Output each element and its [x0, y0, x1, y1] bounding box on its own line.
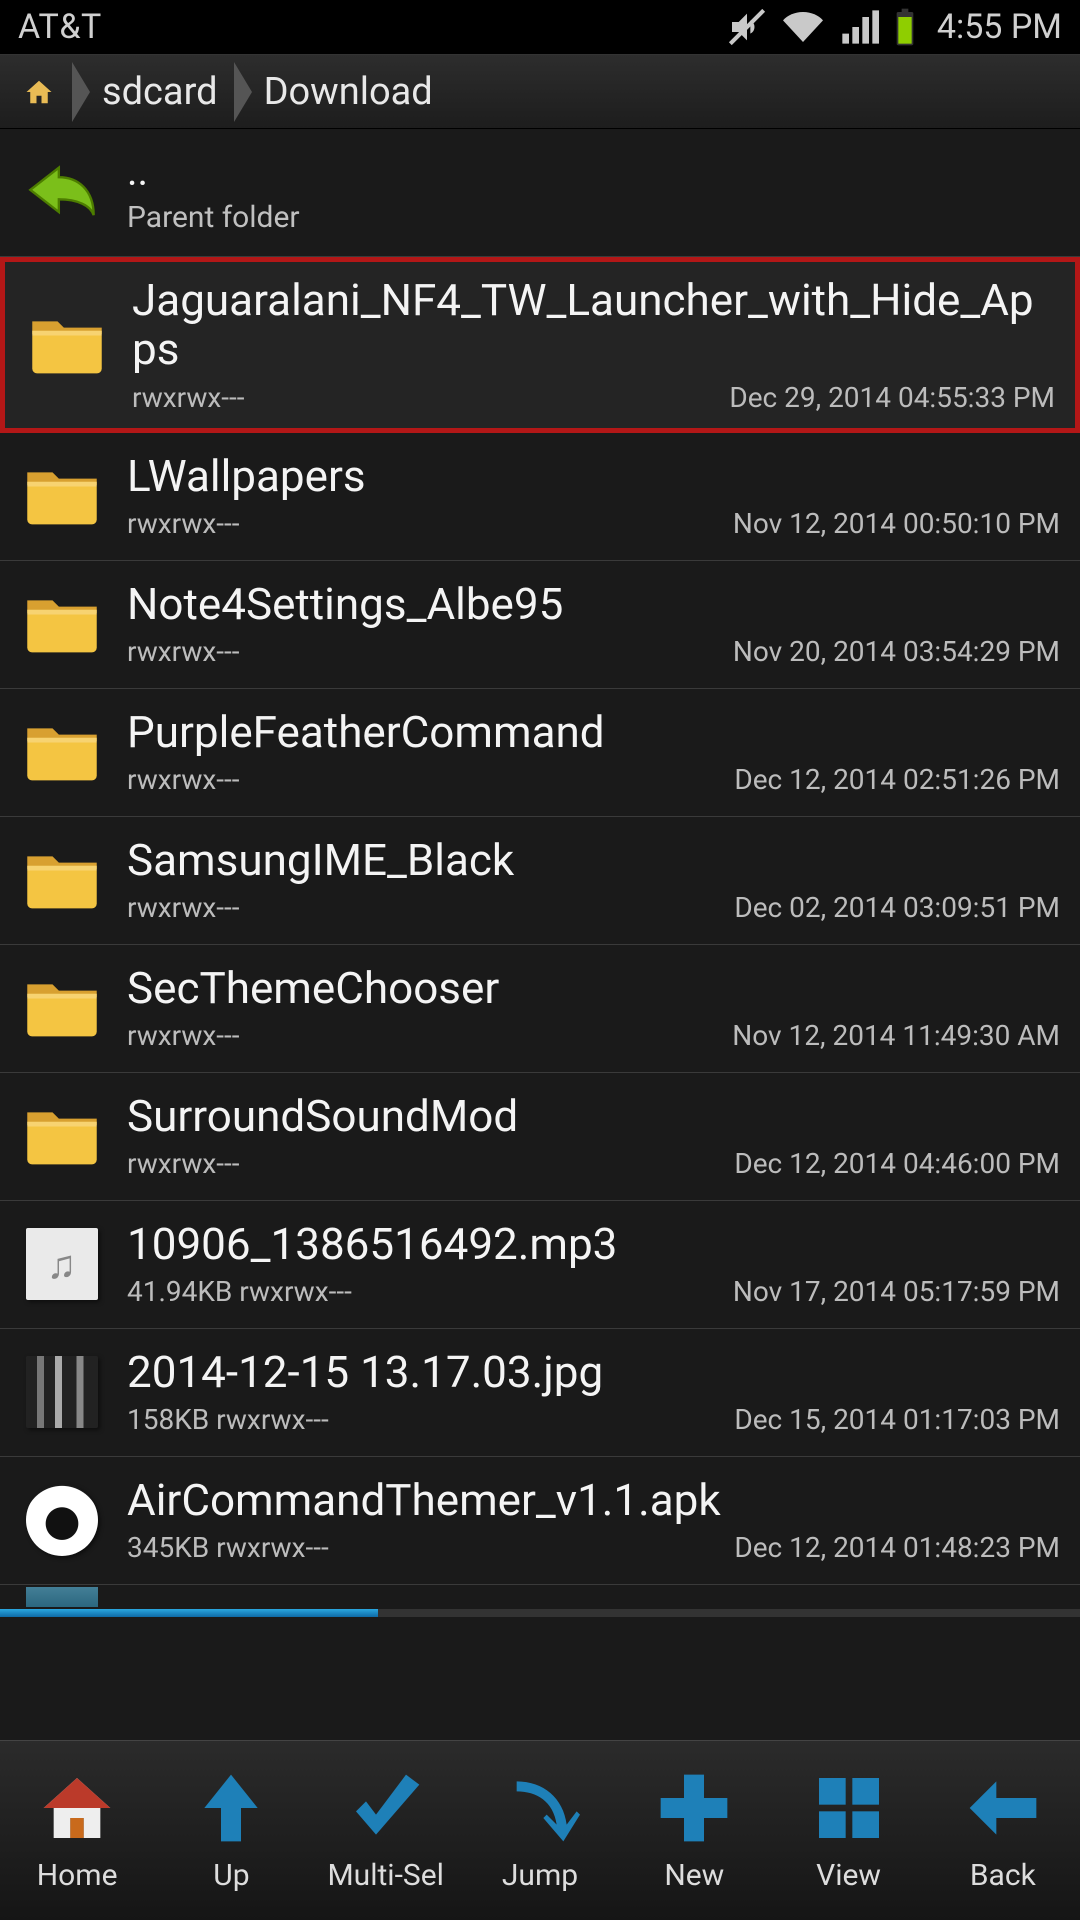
- file-name: 2014-12-15 13.17.03.jpg: [127, 1348, 1060, 1397]
- progress-fill: [0, 1609, 378, 1617]
- up-button[interactable]: Up: [154, 1741, 308, 1920]
- plus-icon: [654, 1768, 734, 1848]
- file-row[interactable]: AirCommandThemer_v1.1.apk 345KB rwxrwx---…: [0, 1457, 1080, 1585]
- home-button[interactable]: Home: [0, 1741, 154, 1920]
- file-row[interactable]: 10906_1386516492.mp3 41.94KB rwxrwx--- Nov…: [0, 1201, 1080, 1329]
- file-row[interactable]: Jaguaralani_NF4_TW_Launcher_with_Hide_Ap…: [0, 257, 1080, 433]
- file-perms: rwxrwx---: [127, 1019, 240, 1052]
- file-perms: 158KB rwxrwx---: [127, 1403, 329, 1436]
- folder-icon: [24, 1106, 100, 1166]
- breadcrumb: sdcard Download: [0, 54, 1080, 129]
- file-name: SamsungIME_Black: [127, 836, 1060, 885]
- file-name: Jaguaralani_NF4_TW_Launcher_with_Hide_Ap…: [132, 276, 1055, 375]
- grid-icon: [809, 1768, 889, 1848]
- wifi-icon: [781, 7, 825, 47]
- file-date: Nov 17, 2014 05:17:59 PM: [733, 1275, 1060, 1308]
- back-arrow-icon: [24, 160, 100, 226]
- file-perms: rwxrwx---: [132, 381, 245, 414]
- signal-icon: [839, 7, 879, 47]
- file-date: Nov 12, 2014 11:49:30 AM: [732, 1019, 1060, 1052]
- view-label: View: [816, 1858, 881, 1893]
- multisel-button[interactable]: Multi-Sel: [309, 1741, 463, 1920]
- file-name: SurroundSoundMod: [127, 1092, 1060, 1141]
- back-label: Back: [970, 1858, 1036, 1893]
- file-perms: rwxrwx---: [127, 763, 240, 796]
- file-perms: 41.94KB rwxrwx---: [127, 1275, 352, 1308]
- folder-icon: [29, 315, 105, 375]
- breadcrumb-home[interactable]: [14, 77, 68, 107]
- home-icon: [22, 77, 56, 107]
- home-label: Home: [37, 1858, 118, 1893]
- file-perms: rwxrwx---: [127, 635, 240, 668]
- apk-thumb-icon: [26, 1484, 98, 1556]
- jump-arrow-icon: [500, 1768, 580, 1848]
- breadcrumb-item-sdcard[interactable]: sdcard: [94, 70, 230, 114]
- new-button[interactable]: New: [617, 1741, 771, 1920]
- file-date: Dec 02, 2014 03:09:51 PM: [734, 891, 1060, 924]
- home-icon: [37, 1768, 117, 1848]
- file-row[interactable]: PurpleFeatherCommand rwxrwx--- Dec 12, 201…: [0, 689, 1080, 817]
- file-date: Nov 20, 2014 03:54:29 PM: [733, 635, 1060, 668]
- clock-label: 4:55 PM: [937, 7, 1062, 47]
- check-icon: [346, 1768, 426, 1848]
- bottom-toolbar: Home Up Multi-Sel Jump New View Back: [0, 1740, 1080, 1920]
- back-arrow-icon: [963, 1768, 1043, 1848]
- jump-button[interactable]: Jump: [463, 1741, 617, 1920]
- file-row[interactable]: SurroundSoundMod rwxrwx--- Dec 12, 2014 04…: [0, 1073, 1080, 1201]
- folder-icon: [24, 722, 100, 782]
- file-name: AirCommandThemer_v1.1.apk: [127, 1476, 1060, 1525]
- status-icons: 4:55 PM: [727, 7, 1062, 47]
- up-label: Up: [213, 1858, 249, 1893]
- breadcrumb-item-download[interactable]: Download: [256, 70, 445, 114]
- file-date: Nov 12, 2014 00:50:10 PM: [733, 507, 1060, 540]
- file-row[interactable]: SamsungIME_Black rwxrwx--- Dec 02, 2014 03…: [0, 817, 1080, 945]
- folder-icon: [24, 850, 100, 910]
- file-date: Dec 12, 2014 04:46:00 PM: [734, 1147, 1060, 1180]
- file-perms: rwxrwx---: [127, 507, 240, 540]
- folder-icon: [24, 594, 100, 654]
- up-arrow-icon: [191, 1768, 271, 1848]
- status-bar: AT&T 4:55 PM: [0, 0, 1080, 54]
- file-date: Dec 29, 2014 04:55:33 PM: [729, 381, 1055, 414]
- file-perms: 345KB rwxrwx---: [127, 1531, 329, 1564]
- file-perms: rwxrwx---: [127, 891, 240, 924]
- file-date: Dec 12, 2014 01:48:23 PM: [734, 1531, 1060, 1564]
- file-row[interactable]: SecThemeChooser rwxrwx--- Nov 12, 2014 11:…: [0, 945, 1080, 1073]
- image-thumb-icon: [26, 1356, 98, 1428]
- file-list: .. Parent folder Jaguaralani_NF4_TW_Laun…: [0, 129, 1080, 1609]
- battery-icon: [893, 7, 917, 47]
- storage-progress: [0, 1609, 1080, 1617]
- new-label: New: [664, 1858, 724, 1893]
- mute-icon: [727, 7, 767, 47]
- folder-icon: [24, 466, 100, 526]
- carrier-label: AT&T: [18, 7, 102, 47]
- back-button[interactable]: Back: [926, 1741, 1080, 1920]
- folder-icon: [24, 978, 100, 1038]
- parent-sub: Parent folder: [127, 200, 1060, 235]
- file-name: SecThemeChooser: [127, 964, 1060, 1013]
- parent-name: ..: [127, 150, 1060, 195]
- parent-folder-row[interactable]: .. Parent folder: [0, 129, 1080, 257]
- file-date: Dec 12, 2014 02:51:26 PM: [734, 763, 1060, 796]
- breadcrumb-sep-icon: [72, 62, 90, 122]
- breadcrumb-sep-icon: [234, 62, 252, 122]
- multisel-label: Multi-Sel: [327, 1858, 443, 1893]
- file-name: LWallpapers: [127, 452, 1060, 501]
- partial-row: [0, 1585, 1080, 1609]
- file-name: PurpleFeatherCommand: [127, 708, 1060, 757]
- file-date: Dec 15, 2014 01:17:03 PM: [734, 1403, 1060, 1436]
- file-row[interactable]: 2014-12-15 13.17.03.jpg 158KB rwxrwx--- De…: [0, 1329, 1080, 1457]
- file-row[interactable]: Note4Settings_Albe95 rwxrwx--- Nov 20, 201…: [0, 561, 1080, 689]
- file-row[interactable]: LWallpapers rwxrwx--- Nov 12, 2014 00:50:1…: [0, 433, 1080, 561]
- jump-label: Jump: [502, 1858, 578, 1893]
- view-button[interactable]: View: [771, 1741, 925, 1920]
- file-name: Note4Settings_Albe95: [127, 580, 1060, 629]
- file-name: 10906_1386516492.mp3: [127, 1220, 1060, 1269]
- music-thumb-icon: [26, 1228, 98, 1300]
- file-perms: rwxrwx---: [127, 1147, 240, 1180]
